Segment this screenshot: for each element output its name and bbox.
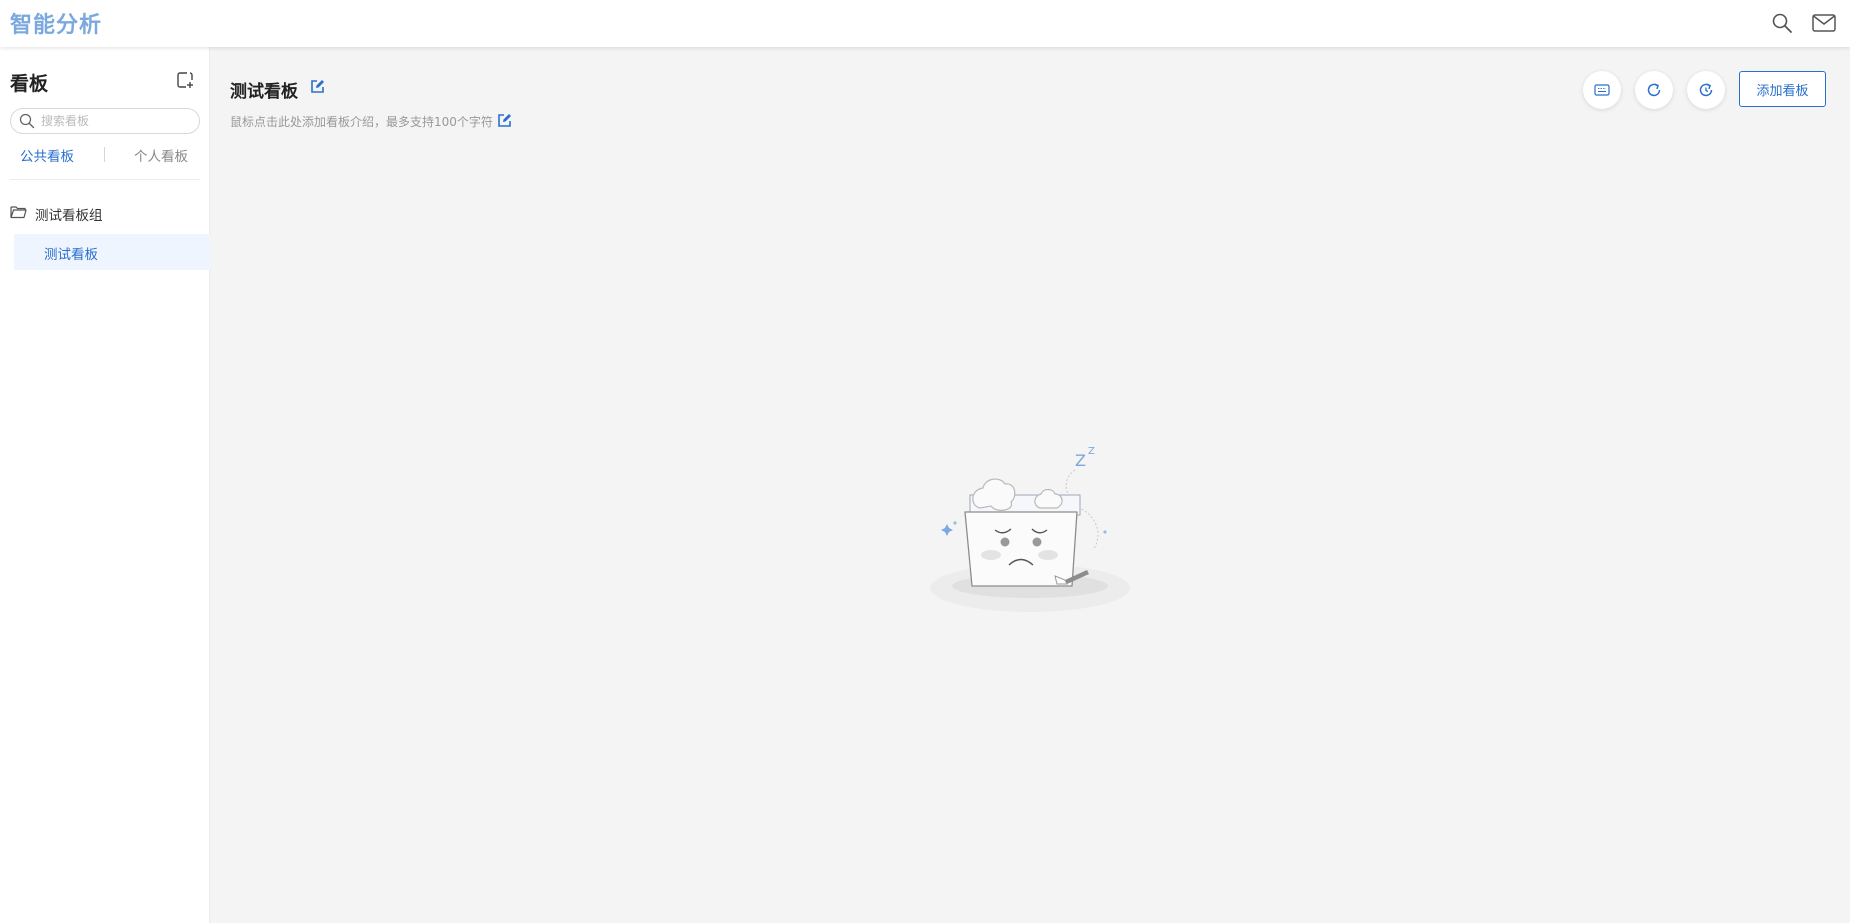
board-title: 测试看板 [230,82,298,102]
main-content: 测试看板 鼠标点击此处添加看板介绍，最多支持100个字符 添加看板 Z Z [210,47,1850,923]
sidebar: 看板 公共看板 个人看板 测试看板组 [0,47,210,923]
folder-icon [10,204,27,223]
refresh-icon[interactable] [1635,71,1673,109]
add-board-button[interactable]: 添加看板 [1739,71,1826,107]
board-item-selected[interactable]: 测试看板 [14,234,210,270]
empty-state-illustration: Z Z [925,440,1135,615]
board-group-item[interactable]: 测试看板组 [0,197,210,227]
tab-public-boards[interactable]: 公共看板 [20,145,74,165]
sidebar-title: 看板 [10,73,49,95]
mail-icon[interactable] [1810,9,1838,37]
search-icon [19,113,35,133]
board-tabs: 公共看板 个人看板 [10,145,200,171]
board-description[interactable]: 鼠标点击此处添加看板介绍，最多支持100个字符 [230,113,493,130]
board-item-label: 测试看板 [44,247,98,263]
screen-icon[interactable] [1583,71,1621,109]
app-title[interactable]: 智能分析 [10,7,102,39]
top-header: 智能分析 [0,0,1850,47]
board-search-input[interactable] [41,112,191,130]
auto-refresh-icon[interactable] [1687,71,1725,109]
board-group-label: 测试看板组 [35,208,103,224]
svg-text:Z: Z [1075,451,1086,470]
add-board-group-icon[interactable] [174,69,196,91]
tab-personal-boards[interactable]: 个人看板 [134,145,188,165]
board-search[interactable] [10,108,200,134]
svg-text:Z: Z [1088,446,1095,457]
edit-title-icon[interactable] [310,79,325,98]
search-icon[interactable] [1768,9,1796,37]
sidebar-divider [10,179,200,180]
edit-description-icon[interactable] [497,113,512,132]
tab-divider [104,147,105,162]
